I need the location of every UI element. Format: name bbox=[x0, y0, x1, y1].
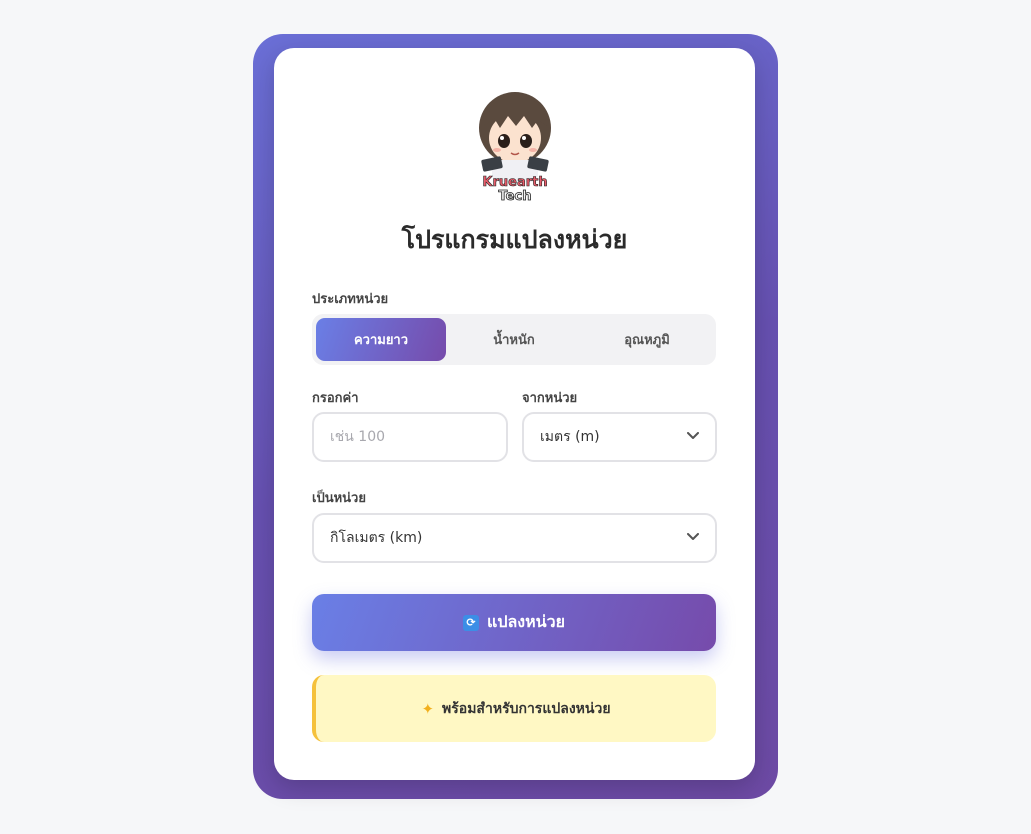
converter-card: Kruearth Tech โปรแกรมแปลงหน่วย ประเภทหน่… bbox=[274, 48, 755, 780]
from-unit-select[interactable]: เมตร (m) bbox=[522, 412, 717, 462]
kruearth-tech-logo: Kruearth Tech bbox=[479, 92, 551, 202]
logo-text-line1: Kruearth bbox=[482, 175, 547, 190]
app-frame: Kruearth Tech โปรแกรมแปลงหน่วย ประเภทหน่… bbox=[253, 34, 778, 799]
unit-type-label: ประเภทหน่วย bbox=[312, 292, 389, 307]
convert-button[interactable]: ⟳ แปลงหน่วย bbox=[312, 594, 716, 651]
value-input[interactable] bbox=[314, 414, 506, 460]
status-text: พร้อมสำหรับการแปลงหน่วย bbox=[442, 700, 611, 717]
to-unit-label: เป็นหน่วย bbox=[312, 491, 366, 506]
sparkles-icon: ✦ bbox=[421, 699, 435, 718]
status-message: ✦ พร้อมสำหรับการแปลงหน่วย bbox=[312, 675, 716, 742]
chevron-down-icon bbox=[687, 432, 699, 439]
convert-button-label: แปลงหน่วย bbox=[487, 612, 565, 631]
page-title: โปรแกรมแปลงหน่วย bbox=[401, 225, 628, 254]
logo-text-line2: Tech bbox=[499, 189, 532, 202]
value-label: กรอกค่า bbox=[312, 391, 359, 406]
value-field bbox=[312, 412, 508, 462]
from-unit-value: เมตร (m) bbox=[540, 429, 600, 445]
to-unit-select[interactable]: กิโลเมตร (km) bbox=[312, 513, 717, 563]
unit-type-tabs: ความยาว น้ำหนัก อุณหภูมิ bbox=[312, 314, 716, 365]
chevron-down-icon bbox=[687, 533, 699, 540]
tab-weight[interactable]: น้ำหนัก bbox=[449, 318, 579, 361]
from-unit-label: จากหน่วย bbox=[522, 391, 578, 406]
refresh-icon: ⟳ bbox=[463, 614, 480, 631]
to-unit-value: กิโลเมตร (km) bbox=[330, 530, 423, 546]
tab-length[interactable]: ความยาว bbox=[316, 318, 446, 361]
tab-temperature[interactable]: อุณหภูมิ bbox=[582, 318, 712, 361]
